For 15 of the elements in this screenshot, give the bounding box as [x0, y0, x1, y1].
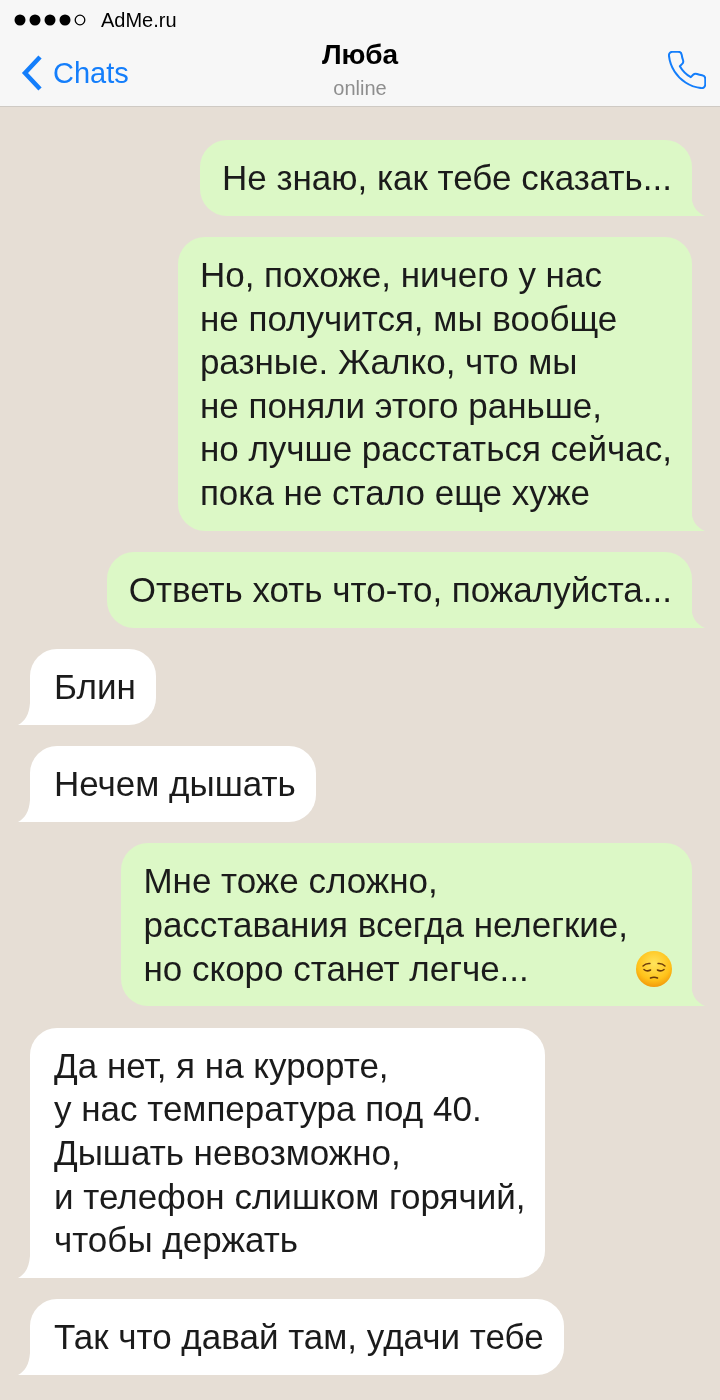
- message-text: Ответь хоть что-то, пожалуйста...: [128, 569, 672, 612]
- contact-status: online: [333, 76, 387, 100]
- message-text: Но, похоже, ничего у нас не получится, мы вообще разные. Жалко, что мы не поняли этого раньше, но лучше расстаться сейчас, пока не стало еще хуже: [199, 254, 672, 515]
- call-button[interactable]: [668, 51, 706, 89]
- message-text: Да нет, я на курорте, у нас температура под 40. Дышать невозможно, и телефон слишком горячий, чтобы держать: [54, 1044, 526, 1262]
- message-text: Мне тоже сложно, расставания всегда нелегкие, но скоро станет легче...: [143, 860, 628, 990]
- message-text: Не знаю, как тебе сказать...: [222, 157, 672, 199]
- message-text: Нечем дышать: [54, 763, 296, 806]
- back-button[interactable]: Chats: [20, 54, 129, 92]
- message-text: Блин: [54, 666, 136, 709]
- contact-name: Люба: [321, 40, 399, 70]
- message-text: Так что давай там, удачи тебе: [54, 1316, 544, 1359]
- chevron-left-icon: [20, 54, 44, 92]
- phone-icon: [668, 51, 706, 89]
- carrier-name: AdMe.ru: [101, 8, 177, 32]
